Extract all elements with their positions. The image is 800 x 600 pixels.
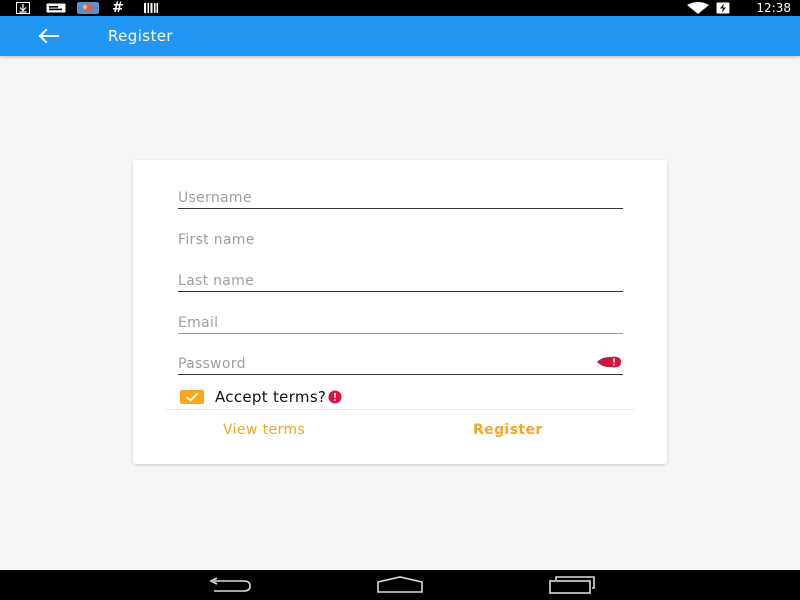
accept-terms-row: Accept terms?: [180, 388, 342, 406]
hash-icon: #: [112, 0, 124, 16]
arrow-left-icon: [38, 28, 59, 44]
register-card: Accept terms? View terms Register: [133, 160, 667, 464]
clock-time: 12:38: [756, 1, 791, 15]
password-field: [178, 343, 623, 375]
email-field: [178, 302, 623, 334]
checkmark-icon: [185, 392, 199, 402]
error-icon[interactable]: [328, 390, 342, 404]
home-nav-button[interactable]: [376, 575, 424, 595]
back-button[interactable]: [34, 24, 62, 48]
accept-terms-label: Accept terms?: [215, 388, 327, 406]
username-input[interactable]: [178, 177, 623, 209]
status-bar: # 12:38: [0, 0, 800, 16]
username-underline: [178, 208, 623, 209]
photo-icon: [77, 2, 99, 14]
last-name-field: [178, 260, 623, 292]
message-icon: [46, 2, 66, 14]
last-name-input[interactable]: [178, 260, 623, 292]
battery-charging-icon: [716, 2, 730, 14]
home-nav-icon: [377, 576, 423, 593]
page-title: Register: [108, 27, 173, 45]
view-terms-button[interactable]: View terms: [223, 416, 305, 444]
username-field: [178, 177, 623, 209]
download-icon: [16, 2, 30, 14]
password-input[interactable]: [178, 343, 623, 375]
actions-divider: [165, 409, 635, 410]
password-underline: [178, 374, 623, 375]
recents-nav-icon: [549, 576, 595, 594]
system-nav-bar: [0, 570, 800, 600]
back-nav-icon: [209, 577, 251, 592]
accept-terms-checkbox[interactable]: [180, 390, 204, 404]
barcode-icon: [143, 2, 159, 14]
recents-nav-button[interactable]: [548, 575, 596, 595]
wifi-icon: [686, 2, 710, 14]
first-name-input[interactable]: [178, 219, 623, 251]
email-underline: [178, 333, 623, 334]
last-name-underline: [178, 291, 623, 292]
register-button[interactable]: Register: [473, 416, 543, 444]
email-input[interactable]: [178, 302, 623, 334]
error-icon[interactable]: [595, 355, 623, 369]
back-nav-button[interactable]: [206, 575, 252, 595]
app-bar: Register: [0, 16, 800, 56]
first-name-field: [178, 219, 623, 251]
